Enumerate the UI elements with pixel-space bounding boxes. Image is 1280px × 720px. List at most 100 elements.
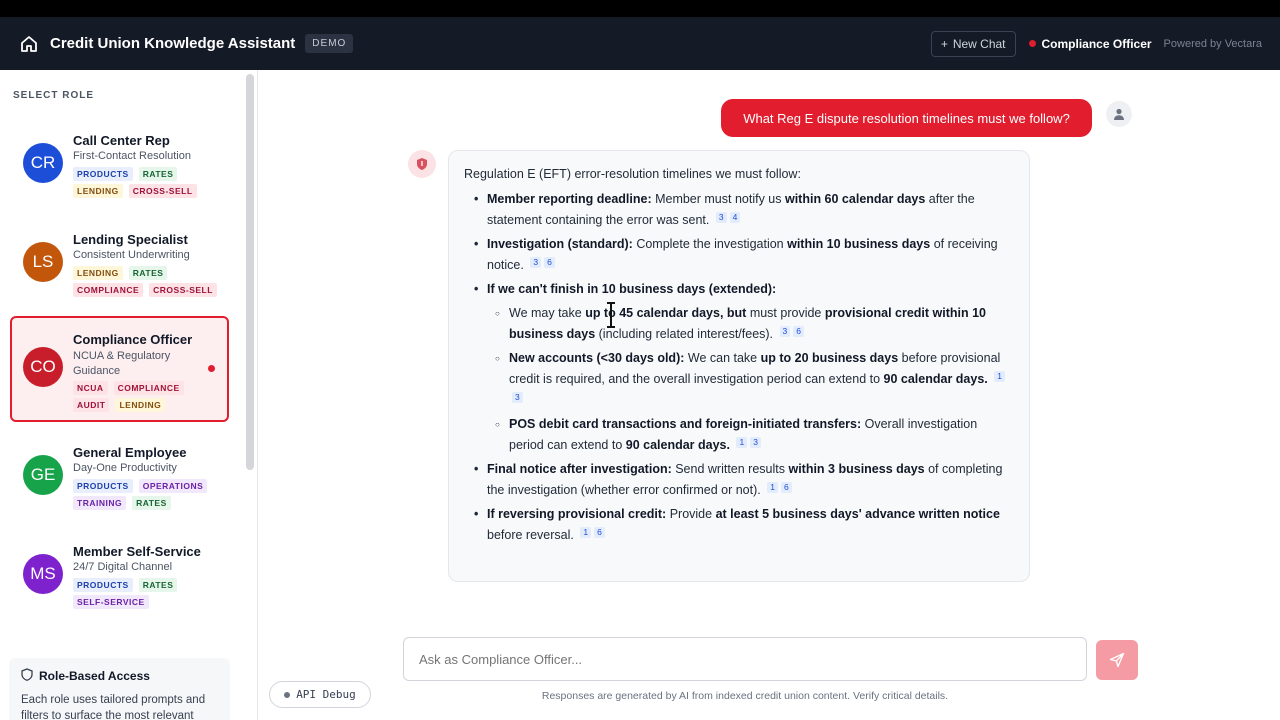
role-name: Compliance Officer	[73, 332, 193, 347]
citation-badge[interactable]: 3	[530, 257, 542, 268]
sub-list: We may take up to 45 calendar days, but …	[487, 303, 1014, 456]
tag: LENDING	[73, 266, 123, 280]
role-subtitle: Day-One Productivity	[73, 462, 177, 474]
role-name: General Employee	[73, 445, 187, 460]
tag: LENDING	[115, 398, 166, 412]
role-tags: PRODUCTS OPERATIONS TRAINING RATES	[73, 479, 223, 510]
item-heading: Final notice after investigation:	[487, 462, 672, 476]
home-icon[interactable]	[18, 33, 40, 55]
item-text: before reversal.	[487, 528, 574, 542]
role-name: Lending Specialist	[73, 232, 188, 247]
list-item: Investigation (standard): Complete the i…	[464, 234, 1014, 276]
api-debug-button[interactable]: API Debug	[269, 681, 371, 708]
citation-badge[interactable]: 6	[793, 326, 804, 337]
role-card-lending-specialist[interactable]: LS Lending Specialist Consistent Underwr…	[10, 221, 229, 303]
citation-badge[interactable]: 1	[994, 371, 1005, 382]
role-tags: NCUA COMPLIANCE AUDIT LENDING	[73, 381, 193, 412]
new-chat-label: New Chat	[952, 36, 1006, 51]
tag: TRAINING	[73, 496, 127, 510]
chat-input[interactable]	[403, 637, 1087, 681]
role-subtitle: 24/7 Digital Channel	[73, 561, 173, 573]
tag: RATES	[128, 266, 168, 280]
role-tags: LENDING RATES COMPLIANCE CROSS-SELL	[73, 266, 223, 297]
header-actions: + New Chat Compliance Officer Powered by…	[930, 30, 1262, 57]
item-text: We may take	[509, 306, 586, 320]
api-debug-label: API Debug	[296, 688, 356, 701]
sidebar-heading: SELECT ROLE	[13, 90, 95, 101]
citation-badge[interactable]: 1	[580, 527, 592, 538]
item-heading: If we can't finish in 10 business days (…	[487, 282, 777, 296]
tag: CROSS-SELL	[128, 184, 197, 198]
citation-badge[interactable]: 6	[594, 527, 605, 538]
list-item: If we can't finish in 10 business days (…	[464, 279, 1014, 456]
tag: RATES	[132, 496, 171, 510]
active-role-name: Compliance Officer	[1041, 36, 1152, 51]
item-text: We can take	[684, 351, 761, 365]
plus-icon: +	[940, 36, 948, 51]
list-item: Final notice after investigation: Send w…	[464, 459, 1014, 501]
sub-list-item: POS debit card transactions and foreign-…	[487, 414, 1014, 456]
status-dot-icon	[284, 691, 291, 698]
role-tags: PRODUCTS RATES SELF-SERVICE	[73, 578, 223, 609]
powered-by-text: Powered by Vectara	[1163, 37, 1262, 50]
role-card-compliance-officer[interactable]: CO Compliance Officer NCUA & Regulatory …	[10, 316, 229, 422]
demo-badge: DEMO	[305, 34, 354, 53]
item-text: (including related interest/fees).	[595, 327, 774, 341]
avatar: CR	[23, 143, 63, 183]
send-icon	[1109, 652, 1125, 668]
shield-icon	[21, 668, 33, 684]
sidebar-scrollbar[interactable]	[246, 74, 254, 470]
role-card-member-self-service[interactable]: MS Member Self-Service 24/7 Digital Chan…	[10, 533, 229, 615]
active-role-indicator	[1028, 40, 1036, 47]
item-emphasis: at least 5 business days' advance writte…	[715, 507, 1000, 521]
role-sidebar: SELECT ROLE CR Call Center Rep First-Con…	[0, 70, 258, 720]
item-emphasis: within 3 business days	[788, 462, 925, 476]
citation-badge[interactable]: 6	[780, 482, 792, 493]
item-emphasis: 90 calendar days.	[625, 438, 730, 452]
new-chat-button[interactable]: + New Chat	[930, 30, 1016, 57]
tag: PRODUCTS	[73, 578, 133, 592]
list-item: Member reporting deadline: Member must n…	[464, 189, 1014, 231]
send-button[interactable]	[1096, 640, 1138, 680]
role-name: Member Self-Service	[73, 544, 201, 559]
tag: COMPLIANCE	[73, 283, 144, 297]
answer-intro: Regulation E (EFT) error-resolution time…	[464, 167, 801, 181]
role-card-general-employee[interactable]: GE General Employee Day-One Productivity…	[10, 434, 229, 516]
active-role-dot	[208, 365, 215, 372]
citation-badge[interactable]: 6	[544, 257, 555, 268]
item-heading: If reversing provisional credit:	[487, 507, 667, 521]
role-subtitle: NCUA & Regulatory Guidance	[73, 350, 171, 377]
item-emphasis: 90 calendar days.	[883, 372, 988, 386]
role-tags: PRODUCTS RATES LENDING CROSS-SELL	[73, 167, 223, 198]
citation-badge[interactable]: 3	[750, 437, 761, 448]
user-avatar-icon	[1106, 101, 1132, 127]
item-emphasis: up to 20 business days	[760, 351, 899, 365]
item-text: Complete the investigation	[632, 237, 788, 251]
tag: COMPLIANCE	[113, 381, 184, 395]
sub-list-item: We may take up to 45 calendar days, but …	[487, 303, 1014, 345]
tag: CROSS-SELL	[149, 283, 217, 297]
tag: RATES	[138, 578, 178, 592]
text-cursor-icon	[607, 302, 615, 328]
citation-badge[interactable]: 3	[512, 392, 523, 403]
citation-badge[interactable]: 4	[729, 212, 741, 223]
role-card-call-center-rep[interactable]: CR Call Center Rep First-Contact Resolut…	[10, 122, 229, 204]
avatar: MS	[23, 554, 63, 594]
role-based-access-panel: Role-Based Access Each role uses tailore…	[9, 658, 230, 720]
item-heading: Member reporting deadline:	[487, 192, 652, 206]
rba-description: Each role uses tailored prompts and filt…	[21, 694, 206, 720]
role-subtitle: First-Contact Resolution	[73, 150, 191, 162]
citation-badge[interactable]: 3	[779, 326, 791, 337]
role-subtitle: Consistent Underwriting	[73, 249, 190, 261]
item-text: must provide	[746, 306, 825, 320]
avatar: CO	[23, 347, 63, 387]
citation-badge[interactable]: 3	[715, 212, 727, 223]
user-message-bubble: What Reg E dispute resolution timelines …	[721, 99, 1092, 137]
role-name: Call Center Rep	[73, 133, 170, 148]
citation-badge[interactable]: 1	[736, 437, 748, 448]
item-emphasis: within 60 calendar days	[784, 192, 926, 206]
rba-title: Role-Based Access	[39, 669, 150, 683]
item-text: Send written results	[671, 462, 789, 476]
citation-badge[interactable]: 1	[767, 482, 778, 493]
list-item: If reversing provisional credit: Provide…	[464, 504, 1014, 546]
